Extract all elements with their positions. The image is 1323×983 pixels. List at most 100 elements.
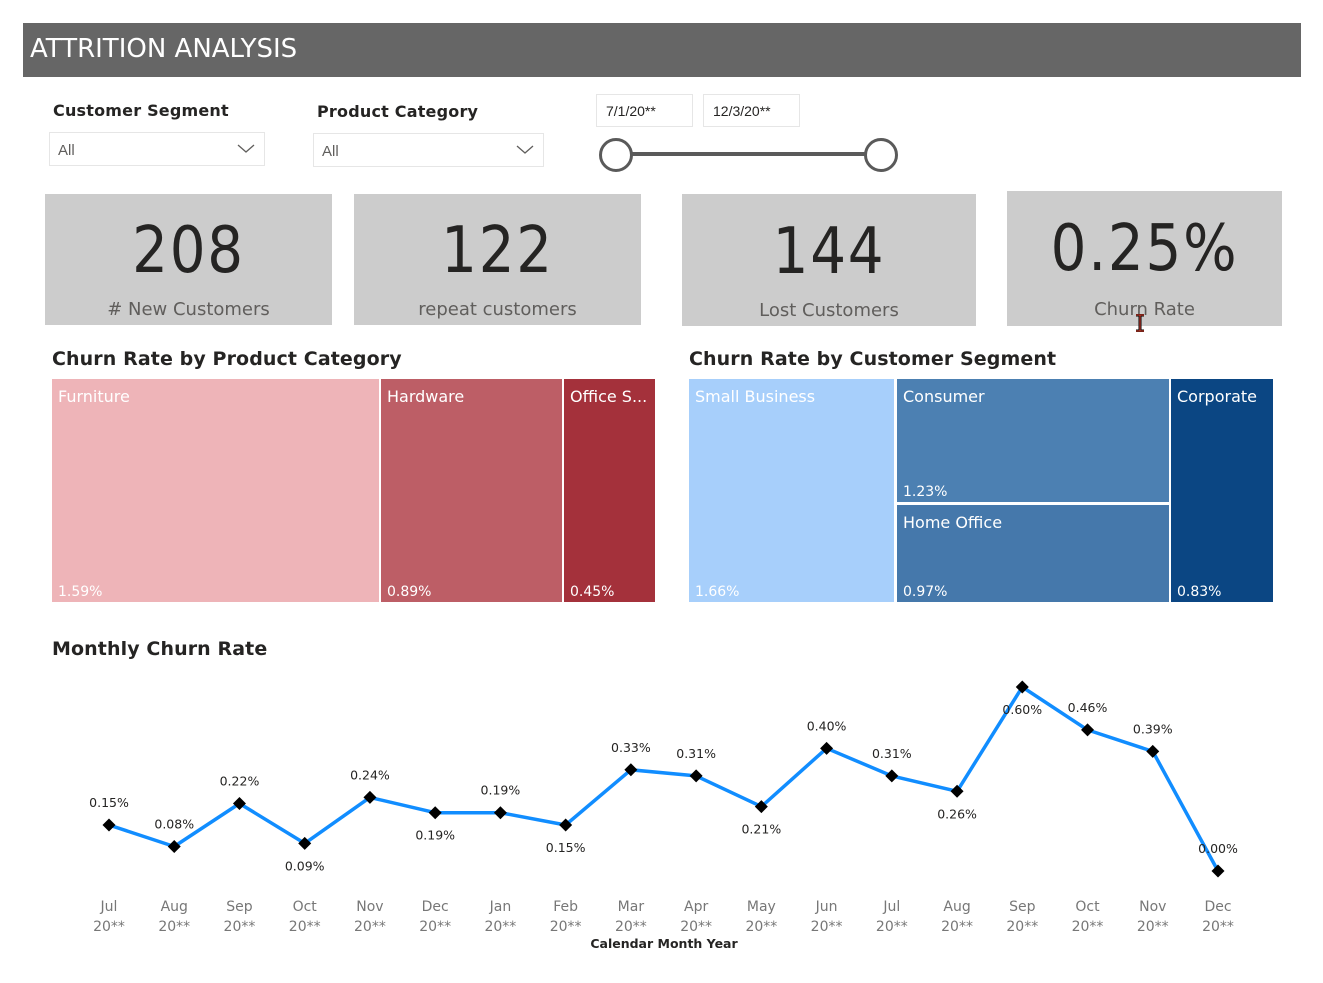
data-point-marker[interactable] xyxy=(1211,864,1225,878)
end-date-input[interactable]: 12/3/20** xyxy=(703,94,800,127)
x-tick-month: Dec xyxy=(422,899,449,915)
data-label: 0.09% xyxy=(285,858,325,873)
date-range-end-handle[interactable] xyxy=(864,138,898,172)
product-category-dropdown[interactable]: All xyxy=(313,133,544,167)
treemap-tile-home-office[interactable]: Home Office 0.97% xyxy=(897,505,1169,602)
x-tick-month: Aug xyxy=(943,899,970,915)
treemap-tile-small-business[interactable]: Small Business 1.66% xyxy=(689,379,894,602)
data-point-marker[interactable] xyxy=(363,790,377,804)
x-tick-month: Aug xyxy=(161,899,188,915)
x-tick-year: 20** xyxy=(1006,919,1038,935)
customer-segment-dropdown[interactable]: All xyxy=(49,132,265,166)
x-tick-year: 20** xyxy=(745,919,777,935)
data-label: 0.40% xyxy=(807,718,847,733)
data-point-marker[interactable] xyxy=(624,763,638,777)
data-point-marker[interactable] xyxy=(689,769,703,783)
tile-label: Home Office xyxy=(903,513,1003,532)
x-tick-month: Oct xyxy=(293,899,318,915)
tile-label: Small Business xyxy=(695,387,816,406)
page-header: ATTRITION ANALYSIS xyxy=(23,23,1301,77)
treemap-tile-furniture[interactable]: Furniture 1.59% xyxy=(52,379,379,602)
tile-label: Furniture xyxy=(58,387,130,406)
data-point-marker[interactable] xyxy=(232,797,246,811)
data-label: 0.24% xyxy=(350,767,390,782)
tile-label: Hardware xyxy=(387,387,465,406)
data-label: 0.19% xyxy=(415,828,455,843)
data-label: 0.33% xyxy=(611,740,651,755)
tile-label: Office S... xyxy=(570,387,648,406)
data-point-marker[interactable] xyxy=(820,741,834,755)
data-point-marker[interactable] xyxy=(428,806,442,820)
x-tick-year: 20** xyxy=(615,919,647,935)
chevron-down-icon xyxy=(237,144,255,153)
data-label: 0.39% xyxy=(1133,721,1173,736)
kpi-value: 144 xyxy=(772,215,886,289)
x-tick-year: 20** xyxy=(419,919,451,935)
tile-value: 1.66% xyxy=(695,584,740,600)
treemap-tile-corporate[interactable]: Corporate 0.83% xyxy=(1171,379,1273,602)
start-date-input[interactable]: 7/1/20** xyxy=(596,94,693,127)
data-point-marker[interactable] xyxy=(885,769,899,783)
data-point-marker[interactable] xyxy=(493,806,507,820)
x-tick-month: Jul xyxy=(100,899,118,915)
x-tick-month: Sep xyxy=(226,899,253,915)
data-label: 0.15% xyxy=(89,795,129,810)
x-tick-month: Mar xyxy=(618,899,645,915)
tile-value: 0.83% xyxy=(1177,584,1222,600)
kpi-value: 0.25% xyxy=(1050,212,1239,286)
tile-value: 0.89% xyxy=(387,584,432,600)
customer-segment-label: Customer Segment xyxy=(53,101,229,120)
x-tick-year: 20** xyxy=(550,919,582,935)
tile-label: Consumer xyxy=(903,387,985,406)
data-label: 0.22% xyxy=(220,774,260,789)
customer-segment-value: All xyxy=(58,142,75,159)
x-tick-month: May xyxy=(747,899,776,915)
kpi-card-new-customers: 208 # New Customers xyxy=(45,194,332,325)
x-tick-month: Dec xyxy=(1204,899,1231,915)
x-tick-month: Jun xyxy=(815,899,838,915)
x-tick-month: Jul xyxy=(882,899,900,915)
data-point-marker[interactable] xyxy=(1146,744,1160,758)
treemap-tile-hardware[interactable]: Hardware 0.89% xyxy=(381,379,562,602)
date-range-track[interactable] xyxy=(616,152,881,156)
x-tick-month: Sep xyxy=(1009,899,1036,915)
x-tick-month: Nov xyxy=(1139,899,1166,915)
x-tick-year: 20** xyxy=(158,919,190,935)
data-label: 0.08% xyxy=(154,816,194,831)
x-tick-year: 20** xyxy=(811,919,843,935)
data-label: 0.21% xyxy=(741,822,781,837)
date-range-start-handle[interactable] xyxy=(599,138,633,172)
data-point-marker[interactable] xyxy=(1081,723,1095,737)
tile-value: 1.59% xyxy=(58,584,103,600)
data-point-marker[interactable] xyxy=(950,784,964,798)
data-point-marker[interactable] xyxy=(754,800,768,814)
data-point-marker[interactable] xyxy=(1015,680,1029,694)
kpi-card-lost-customers: 144 Lost Customers xyxy=(682,194,976,326)
data-point-marker[interactable] xyxy=(102,818,116,832)
x-tick-year: 20** xyxy=(93,919,125,935)
x-tick-month: Jan xyxy=(489,899,512,915)
x-tick-year: 20** xyxy=(289,919,321,935)
x-tick-year: 20** xyxy=(224,919,256,935)
data-label: 0.26% xyxy=(937,806,977,821)
tile-value: 0.45% xyxy=(570,584,615,600)
data-label: 0.31% xyxy=(676,746,716,761)
data-label: 0.19% xyxy=(481,783,521,798)
data-point-marker[interactable] xyxy=(559,818,573,832)
churn-series-line xyxy=(108,685,1220,872)
data-point-marker[interactable] xyxy=(167,839,181,853)
data-label: 0.00% xyxy=(1198,841,1238,856)
product-category-value: All xyxy=(322,143,339,160)
data-label: 0.46% xyxy=(1068,700,1108,715)
product-treemap-title: Churn Rate by Product Category xyxy=(52,348,402,370)
data-point-marker[interactable] xyxy=(298,836,312,850)
treemap-tile-consumer[interactable]: Consumer 1.23% xyxy=(897,379,1169,502)
kpi-value: 208 xyxy=(132,214,245,288)
x-tick-year: 20** xyxy=(680,919,712,935)
data-label: 0.15% xyxy=(546,840,586,855)
tile-value: 1.23% xyxy=(903,484,948,500)
kpi-card-repeat-customers: 122 repeat customers xyxy=(354,194,641,325)
treemap-tile-office-supplies[interactable]: Office S... 0.45% xyxy=(564,379,655,602)
x-tick-year: 20** xyxy=(941,919,973,935)
tile-label: Corporate xyxy=(1177,387,1257,406)
